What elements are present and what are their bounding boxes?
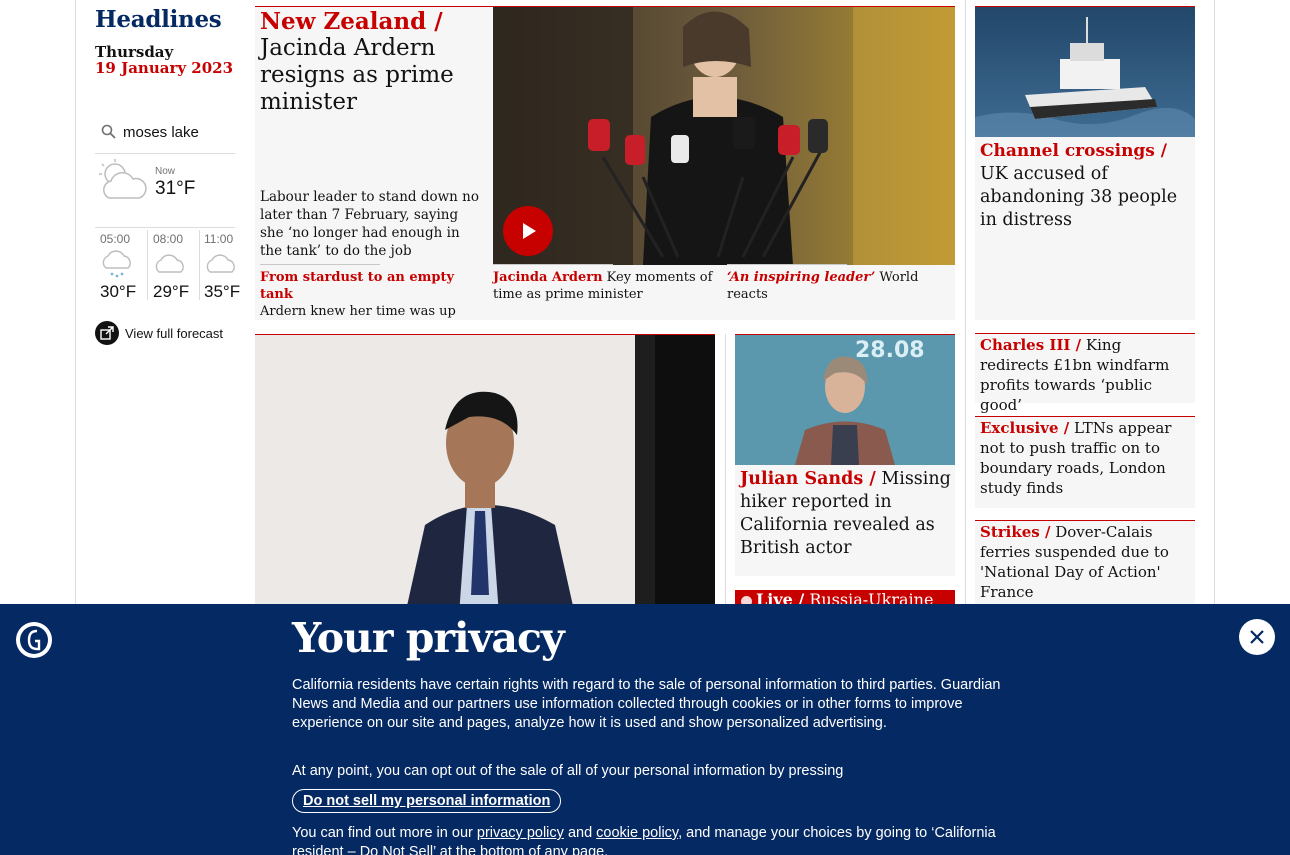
channel-headline[interactable]: UK accused of abandoning 38 people in di… [980,163,1190,232]
forecast-temp: 30°F [100,282,137,301]
do-not-sell-button[interactable]: Do not sell my personal information [292,789,562,813]
weather-now: Now 31°F [95,156,235,228]
sublink-kicker[interactable]: From stardust to an empty tank [260,270,454,302]
svg-text:28.08: 28.08 [855,338,925,363]
cloud-icon [202,250,240,285]
cloud-icon [151,250,189,285]
julian-sands-card[interactable]: 28.08 Julian Sands / Missing hiker repor… [735,334,955,576]
weather-location-search[interactable]: moses lake [95,118,235,154]
forecast-temp: 29°F [153,282,190,301]
story-kicker[interactable]: Charles III / [980,336,1081,354]
privacy-more-text: You can find out more in our [292,825,473,841]
view-full-forecast-label[interactable]: View full forecast [125,326,223,341]
lead-story-card[interactable]: New Zealand / Jacinda Ardern resigns as … [255,7,955,320]
forecast-item: 05:00 30°F [95,232,141,301]
weather-now-label: Now [155,166,176,177]
sublink-rule [727,264,847,265]
sublink-kicker[interactable]: ‘An inspiring leader’ [727,270,875,285]
boat-image [975,7,1195,137]
snow-cloud-icon [98,250,136,285]
lead-video-image[interactable] [493,7,955,265]
column-divider-lower [725,334,726,614]
play-video-button[interactable] [503,206,553,256]
sublink-rule [260,264,380,265]
story-kicker[interactable]: Strikes / [980,523,1050,541]
lead-sublink[interactable]: Jacinda Ardern Key moments of time as pr… [493,264,713,303]
lead-kicker[interactable]: New Zealand / [260,9,443,35]
weather-now-temp: 31°F [155,178,196,199]
partly-cloudy-icon [95,158,149,208]
story-card[interactable]: Strikes / Dover-Calais ferries suspended… [975,520,1195,610]
story-kicker[interactable]: Julian Sands / [740,469,876,489]
sunak-story-image[interactable] [255,334,715,614]
external-link-icon [95,321,119,345]
sublink-text[interactable]: Ardern knew her time was up [260,304,456,319]
close-privacy-button[interactable] [1239,619,1275,655]
forecast-item: 08:00 29°F [148,232,194,301]
privacy-title: Your privacy [292,614,565,662]
column-divider [965,0,966,610]
channel-crossings-card[interactable]: Channel crossings / UK accused of abando… [975,7,1195,320]
cookie-policy-link[interactable]: cookie policy [596,825,678,841]
forecast-temp: 35°F [204,282,241,301]
play-icon [523,223,536,239]
privacy-paragraph: California residents have certain rights… [292,677,1001,731]
guardian-logo-icon [16,622,52,658]
view-full-forecast-link[interactable]: View full forecast [95,320,223,346]
privacy-banner: Your privacy California residents have c… [0,604,1290,855]
search-icon [101,124,117,144]
channel-kicker[interactable]: Channel crossings / [980,141,1167,161]
lead-sublink[interactable]: ‘An inspiring leader’ World reacts [727,264,952,303]
story-card[interactable]: Exclusive / LTNs appear not to push traf… [975,416,1195,508]
privacy-opt-out-text: At any point, you can opt out of the sal… [292,763,844,779]
lead-headline[interactable]: Jacinda Ardern resigns as prime minister [260,35,490,116]
sublink-rule [493,264,613,265]
forecast-item: 11:00 35°F [199,232,245,301]
close-icon [1250,630,1264,644]
story-kicker[interactable]: Exclusive / [980,419,1069,437]
lead-standfirst: Labour leader to stand down no later tha… [260,189,479,259]
weather-location[interactable]: moses lake [123,124,199,141]
section-title: Headlines [95,6,222,33]
forecast-time: 08:00 [153,232,184,246]
privacy-more-info: You can find out more in our privacy pol… [292,824,1002,855]
forecast-time: 05:00 [100,232,131,246]
sublink-kicker[interactable]: Jacinda Ardern [493,270,603,285]
privacy-policy-link[interactable]: privacy policy [477,825,564,841]
privacy-and-text: and [567,825,593,841]
julian-sands-image: 28.08 [735,335,955,465]
story-card[interactable]: Charles III / King redirects £1bn windfa… [975,333,1195,414]
forecast-time: 11:00 [204,232,234,246]
lead-sublink[interactable]: From stardust to an empty tank Ardern kn… [260,264,485,320]
section-date: 19 January 2023 [95,59,234,77]
